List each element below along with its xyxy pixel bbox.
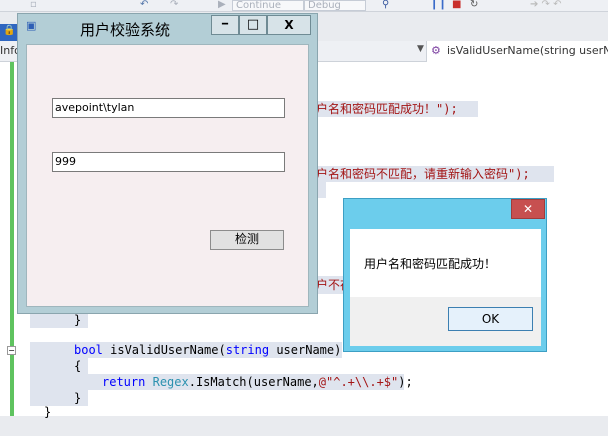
stop-icon[interactable]: ■: [452, 0, 461, 11]
pause-icon[interactable]: ❙❙: [430, 0, 447, 11]
window-client-area: avepoint\tylan 999 检测: [26, 44, 309, 307]
code-param: userName): [269, 343, 342, 357]
collapse-icon[interactable]: −: [7, 346, 16, 355]
restart-icon[interactable]: ↻: [470, 0, 480, 11]
ide-toolbar: ▫ ↶ ↷ ▶ Continue Debug ⚲ ❙❙ ■ ↻ ➔ ↷ ↶: [0, 0, 608, 12]
code-line: return Regex.IsMatch(userName,@"^.+\\.+$…: [30, 374, 413, 390]
code-line: {: [30, 358, 88, 374]
new-file-icon[interactable]: ▫: [30, 0, 40, 11]
code-keyword: string: [225, 343, 270, 357]
method-combo-text: isValidUserName(string userNa: [447, 44, 608, 57]
lock-icon: 🔒: [3, 25, 16, 36]
msgbox-text: 用户名和密码匹配成功！: [364, 257, 497, 271]
code-keyword: bool: [74, 343, 103, 357]
undo-icon[interactable]: ↶: [140, 0, 154, 11]
check-button[interactable]: 检测: [210, 230, 284, 250]
close-button[interactable]: X: [267, 15, 311, 35]
window-title: 用户校验系统: [80, 21, 171, 39]
code-brace: {: [74, 359, 82, 373]
msgbox-footer: OK: [350, 297, 541, 346]
msgbox-close-button[interactable]: ✕: [511, 199, 545, 219]
code-line: }: [30, 312, 88, 328]
code-method-name: isValidUserName(: [102, 343, 226, 357]
code-brace: }: [74, 391, 82, 405]
minimize-button[interactable]: ━: [211, 15, 239, 35]
user-check-window[interactable]: ▣ 用户校验系统 ━ □ X avepoint\tylan 999 检测: [17, 13, 318, 314]
code-line: }: [44, 404, 64, 419]
code-brace: }: [44, 405, 52, 419]
code-punct: );: [398, 375, 413, 389]
code-keyword: return: [102, 375, 146, 389]
continue-dropdown[interactable]: Continue: [232, 0, 304, 11]
code-string: @"^.+\\.+$": [318, 375, 399, 389]
window-titlebar[interactable]: ▣ 用户校验系统 ━ □ X: [18, 14, 317, 42]
app-icon: ▣: [26, 19, 37, 32]
code-string-success: 户名和密码匹配成功！");: [316, 102, 458, 116]
username-input[interactable]: avepoint\tylan: [52, 98, 285, 118]
message-box[interactable]: ✕ 用户名和密码匹配成功！ OK: [343, 198, 547, 352]
method-combo[interactable]: ⚙ isValidUserName(string userNa: [426, 41, 608, 62]
password-input[interactable]: 999: [52, 152, 285, 172]
play-icon[interactable]: ▶: [218, 0, 228, 11]
code-line: bool isValidUserName(string userName): [30, 342, 342, 358]
config-dropdown[interactable]: Debug: [304, 0, 366, 11]
redo-icon[interactable]: ↷: [170, 0, 180, 11]
code-string-mismatch: 户名和密码不匹配，请重新输入密码");: [316, 167, 530, 181]
editor-gutter: [0, 62, 18, 416]
lock-tab[interactable]: 🔒: [0, 24, 18, 41]
code-brace: }: [74, 313, 82, 327]
msgbox-client: 用户名和密码匹配成功！ OK: [350, 229, 541, 346]
maximize-button[interactable]: □: [239, 15, 267, 35]
code-type: Regex: [152, 375, 189, 389]
code-call: .IsMatch(userName,: [188, 375, 319, 389]
find-icon[interactable]: ⚲: [382, 0, 392, 11]
change-indicator: [10, 62, 14, 416]
ok-button[interactable]: OK: [448, 307, 533, 331]
method-icon: ⚙: [431, 44, 441, 57]
step-icons[interactable]: ➔ ↷ ↶: [530, 0, 590, 11]
chevron-down-icon[interactable]: ▼: [417, 44, 424, 54]
